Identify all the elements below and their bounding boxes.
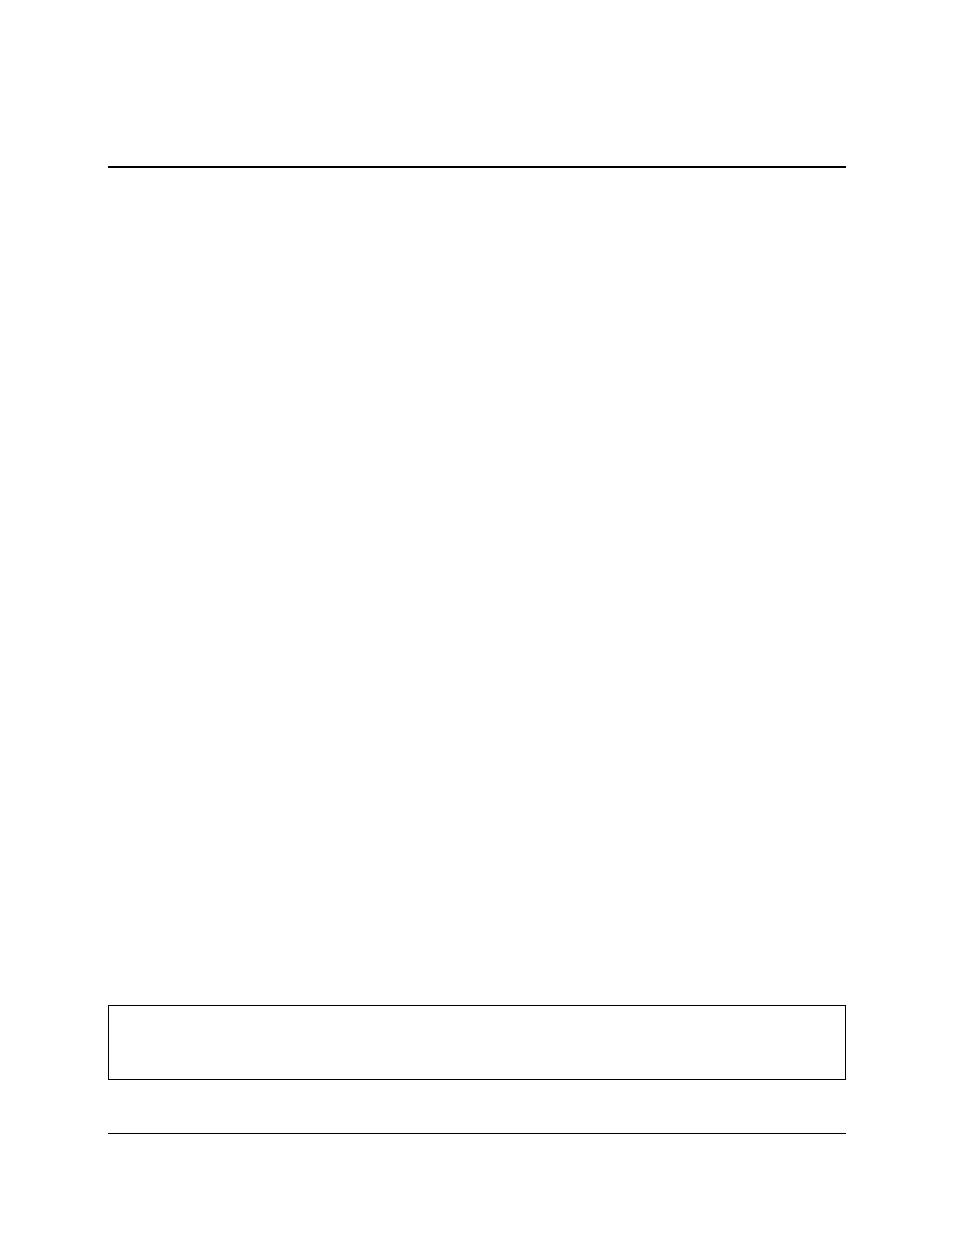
bottom-horizontal-rule <box>108 1133 846 1134</box>
top-horizontal-rule <box>108 166 846 168</box>
note-box <box>108 1005 846 1080</box>
